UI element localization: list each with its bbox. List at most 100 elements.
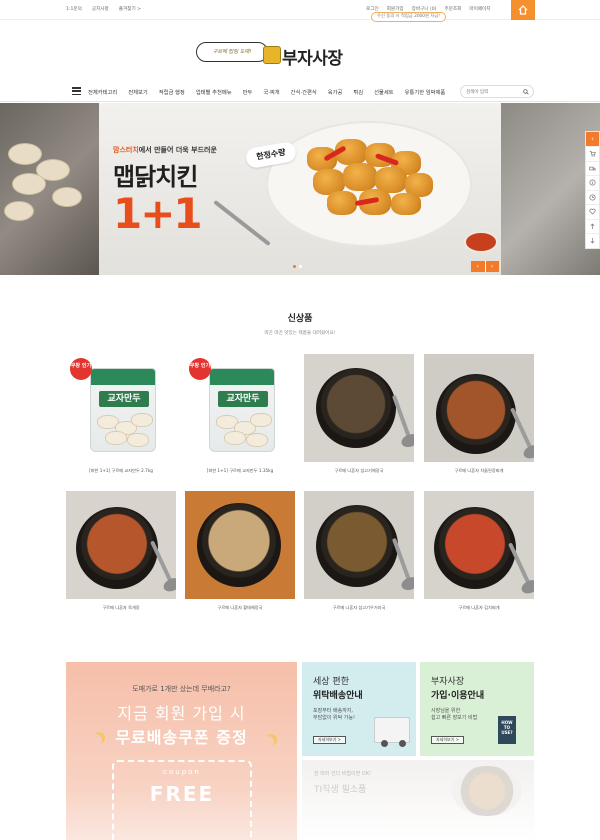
guide-more-button[interactable]: 자세히보기 >: [431, 736, 465, 744]
home-icon: [518, 5, 528, 15]
quick-info[interactable]: [586, 175, 599, 190]
scroll-bottom-button[interactable]: [586, 233, 599, 248]
logo-tagline: 구르메 탑팀 도매!: [196, 42, 268, 62]
nav-items: 전체카테고리 전체보기 적립금 행정 업태별 추천메뉴 만두 국·찌개 간식·간…: [88, 88, 456, 96]
bookmark-link[interactable]: 즐겨찾기 >: [119, 6, 141, 12]
product-name[interactable]: [파한 1+1] 구르메 교자만두 1.35kg: [185, 468, 295, 474]
next-slide-button[interactable]: ›: [484, 261, 499, 272]
delivery-guide-card[interactable]: 세상 편한 위탁배송안내 포장부터 배송까지, 부담없이 위탁 가능! 자세히보…: [302, 662, 416, 756]
product-card[interactable]: 교자만두 쿠팡 인기 [파한 1+1] 구르메 교자만두 1.35kg: [185, 354, 295, 474]
product-image[interactable]: [424, 491, 534, 599]
search-icon[interactable]: [523, 89, 529, 95]
product-image[interactable]: 교자만두 쿠팡 인기: [66, 354, 176, 462]
quick-menu-toggle[interactable]: ‹: [586, 132, 599, 146]
how-to-use-sign: HOW TO USE?: [498, 716, 516, 744]
promo-line-2: 무료배송쿠폰 증정: [115, 728, 248, 747]
banner-slide: 맘스터치에서 만들어 더욱 부드러운 맵닭치킨 1+1 한정수량: [99, 103, 501, 275]
nav-item-all-categories[interactable]: 전체카테고리: [88, 88, 117, 96]
product-image[interactable]: [304, 354, 414, 462]
guide-desc-2: 쉽고 빠른 장보기 비법: [431, 715, 478, 721]
quick-cart[interactable]: [586, 146, 599, 161]
slide-indicator[interactable]: [293, 265, 302, 268]
info-icon: [589, 179, 596, 186]
new-products-title: 신상품: [287, 314, 313, 324]
pot-image: [452, 766, 522, 816]
nav-item-fried[interactable]: 튀김: [353, 88, 363, 96]
product-card[interactable]: 구르메 나혼자 차돌된장찌개: [424, 354, 534, 474]
delivery-desc-1: 포장부터 배송까지,: [313, 708, 353, 714]
guide-title-1: 부자사장: [431, 677, 465, 687]
product-name[interactable]: 구르메 나혼자 김치찌개: [424, 605, 534, 611]
site-logo[interactable]: 구르메 탑팀 도매! 부자사장: [196, 40, 346, 70]
product-name[interactable]: 구르메 나혼자 육개장: [66, 605, 176, 611]
faded-line-2: TI직생 필소품: [314, 785, 367, 795]
prev-slide-preview: [0, 103, 99, 275]
product-card[interactable]: 구르메 나혼자 김치찌개: [424, 491, 534, 611]
nav-item-view-all[interactable]: 전체보기: [128, 88, 148, 96]
nav-item-dumplings[interactable]: 만두: [243, 88, 253, 96]
faded-line-1: 한 마리 건다 비법이면 OK!: [314, 771, 371, 777]
product-image[interactable]: [185, 491, 295, 599]
mypage-link[interactable]: 마이페이지: [469, 6, 490, 12]
delivery-more-button[interactable]: 자세히보기 >: [313, 736, 347, 744]
product-name[interactable]: 구르메 나혼자 황태해장국: [185, 605, 295, 611]
main-banner-slider[interactable]: 맘스터치에서 만들어 더욱 부드러운 맵닭치킨 1+1 한정수량 ‹ ›: [0, 103, 600, 275]
new-products-subtitle: 따끈 따끈 맛있는 제품을 대려왔어요!: [264, 331, 336, 336]
product-image[interactable]: 교자만두 쿠팡 인기: [185, 354, 295, 462]
quick-like[interactable]: [586, 204, 599, 219]
menu-icon[interactable]: [72, 87, 81, 96]
product-name[interactable]: 구르메 나혼자 섬고기우거지국: [304, 605, 414, 611]
quick-delivery[interactable]: [586, 160, 599, 176]
qna-link[interactable]: 1:1문의: [66, 6, 82, 12]
arrow-down-icon: [590, 238, 595, 244]
search-box: [460, 85, 534, 98]
order-lookup-link[interactable]: 주문조회: [444, 6, 461, 12]
coupon-free: FREE: [149, 782, 215, 806]
coupon-word: coupon: [163, 768, 201, 776]
promo-line-1: 지금 회원 가입 시: [117, 704, 246, 723]
nav-item-meat[interactable]: 육가공: [328, 88, 343, 96]
product-card[interactable]: 구르메 나혼자 섬고기우거지국: [304, 491, 414, 611]
product-card[interactable]: 구르메 나혼자 섬고기해장국: [304, 354, 414, 474]
product-image[interactable]: [304, 491, 414, 599]
faded-banner[interactable]: 한 마리 건다 비법이면 OK! TI직생 필소품: [302, 760, 534, 840]
free-shipping-coupon-banner[interactable]: 도매가로 1개만 샀는데 무배라고? 지금 회원 가입 시 무료배송쿠폰 증정 …: [66, 662, 297, 840]
product-name[interactable]: [파한 1+1] 구르메 교자만두 2.7kg: [66, 468, 176, 474]
nav-item-points[interactable]: 적립금 행정: [159, 88, 185, 96]
quick-menu: ‹: [585, 131, 600, 249]
product-card[interactable]: 교자만두 쿠팡 인기 [파한 1+1] 구르메 교자만두 2.7kg: [66, 354, 176, 474]
fork-image: [213, 199, 271, 247]
main-nav: 전체카테고리 전체보기 적립금 행정 업태별 추천메뉴 만두 국·찌개 간식·간…: [0, 82, 600, 102]
scroll-top-button[interactable]: [586, 218, 599, 234]
coupang-popular-badge: 쿠팡 인기: [189, 358, 211, 380]
logo-name: 부자사장: [282, 49, 343, 69]
nav-item-snacks[interactable]: 간식·간편식: [291, 88, 317, 96]
truck-illustration: [374, 717, 410, 747]
sauce-bowl-image: [464, 231, 498, 253]
home-button[interactable]: [511, 0, 535, 20]
banner-offer: 1+1: [113, 189, 203, 238]
nav-item-gift-sets[interactable]: 선물세트: [374, 88, 394, 96]
coupang-popular-badge: 쿠팡 인기: [70, 358, 92, 380]
product-card[interactable]: 구르메 나혼자 육개장: [66, 491, 176, 611]
coupon-graphic: coupon FREE: [112, 760, 252, 840]
nav-item-clearance[interactable]: 유통기한 임박제품: [405, 88, 446, 96]
nav-item-soups[interactable]: 국·찌개: [263, 88, 279, 96]
top-left-links: 1:1문의 공지사항 즐겨찾기 >: [66, 6, 141, 12]
quick-history[interactable]: [586, 189, 599, 205]
notice-link[interactable]: 공지사항: [92, 6, 109, 12]
product-name[interactable]: 구르메 나혼자 섬고기해장국: [304, 468, 414, 474]
nav-item-business-menu[interactable]: 업태별 추천메뉴: [196, 88, 232, 96]
delivery-title-1: 세상 편한: [313, 677, 349, 687]
product-image[interactable]: [66, 491, 176, 599]
product-name[interactable]: 구르메 나혼자 차돌된장찌개: [424, 468, 534, 474]
promo-question: 도매가로 1개만 샀는데 무배라고?: [132, 685, 231, 693]
prev-slide-button[interactable]: ‹: [471, 261, 485, 272]
signup-promo-pill: 수신 동의 시 적립금 2000원 지급!: [371, 12, 446, 22]
product-image[interactable]: [424, 354, 534, 462]
product-card[interactable]: 구르메 나혼자 황태해장국: [185, 491, 295, 611]
clock-icon: [589, 194, 596, 201]
search-input[interactable]: [466, 88, 521, 96]
join-guide-card[interactable]: 부자사장 가입·이용안내 사장님을 위한 쉽고 빠른 장보기 비법 HOW TO…: [420, 662, 534, 756]
slide-arrows: ‹ ›: [471, 261, 499, 272]
